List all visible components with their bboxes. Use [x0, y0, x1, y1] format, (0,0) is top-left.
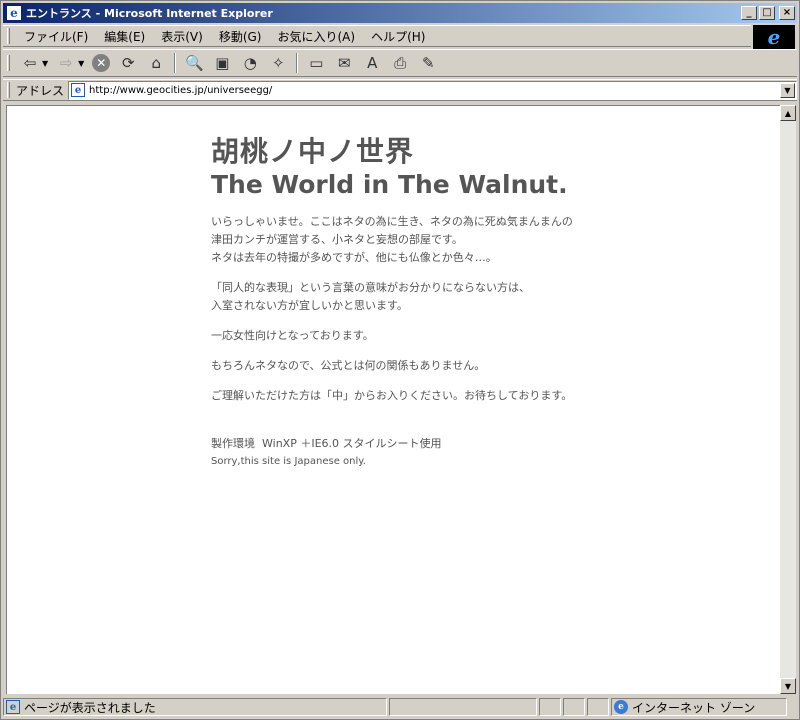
menu-favorites[interactable]: お気に入り(A) — [269, 28, 363, 45]
paragraph-line: 津田カンチが運営する、小ネタと妄想の部屋です。 — [211, 233, 463, 246]
font-icon: A — [367, 54, 378, 72]
back-arrow-icon: ⇦ — [23, 54, 37, 72]
mail-icon: ✉ — [338, 54, 351, 72]
globe-icon: e — [614, 700, 628, 714]
audience-paragraph: 一応女性向けとなっております。 — [211, 327, 771, 345]
refresh-button[interactable]: ⟳ — [114, 51, 142, 75]
address-url[interactable]: http://www.geocities.jp/universeegg/ — [89, 85, 272, 96]
fullscreen-button[interactable]: ▭ — [302, 51, 330, 75]
ie-page-icon: e — [6, 5, 22, 21]
ie-logo-icon: e — [753, 25, 795, 49]
menu-go[interactable]: 移動(G) — [211, 28, 270, 45]
toolbar-grip[interactable] — [7, 55, 10, 71]
chevron-down-icon[interactable]: ▼ — [78, 59, 84, 68]
back-button[interactable]: ⇦ ▼ — [16, 51, 52, 75]
favorites-icon: ▣ — [215, 54, 230, 72]
font-size-button[interactable]: A — [358, 51, 386, 75]
channels-icon: ✧ — [272, 54, 285, 72]
status-pane-empty — [539, 698, 561, 716]
stop-button[interactable]: ✕ — [88, 51, 114, 75]
status-message-pane: e ページが表示されました — [3, 698, 387, 716]
paragraph-line: 「同人的な表現」という言葉の意味がお分かりにならない方は、 — [211, 281, 530, 294]
home-icon: ⌂ — [151, 54, 162, 72]
window-controls: _ □ × — [741, 6, 795, 20]
address-dropdown-button[interactable]: ▼ — [780, 82, 795, 98]
menu-edit[interactable]: 編集(E) — [96, 28, 153, 45]
maximize-button[interactable]: □ — [759, 6, 775, 20]
minimize-button[interactable]: _ — [741, 6, 757, 20]
menu-help[interactable]: ヘルプ(H) — [363, 28, 433, 45]
address-label: アドレス — [16, 83, 65, 98]
environment-label: 製作環境 — [211, 437, 255, 450]
stop-icon: ✕ — [92, 54, 111, 72]
edit-icon: ✎ — [422, 54, 435, 72]
paragraph-line: ネタは去年の特撮が多めですが、他にも仏像とか色々…。 — [211, 251, 497, 264]
paragraph-line: もちろんネタなので、公式とは何の関係もありません。 — [211, 359, 486, 372]
paragraph-line: 入室されない方が宜しいかと思います。 — [211, 299, 408, 312]
warning-paragraph: 「同人的な表現」という言葉の意味がお分かりにならない方は、 入室されない方が宜し… — [211, 279, 771, 315]
page-icon: e — [71, 83, 86, 97]
enter-paragraph: ご理解いただけた方は「中」からお入りください。お待ちしております。 — [211, 387, 771, 405]
address-grip[interactable] — [7, 82, 10, 98]
history-icon: ◔ — [243, 54, 257, 72]
environment-line: 製作環境 WinXP ＋IE6.0 スタイルシート使用 — [211, 435, 771, 453]
print-icon: ⎙ — [394, 54, 407, 72]
toolbar-separator — [174, 53, 177, 73]
forward-arrow-icon: ⇨ — [59, 54, 73, 72]
security-zone-pane[interactable]: e インターネット ゾーン — [611, 698, 787, 716]
zone-label: インターネット ゾーン — [632, 700, 756, 715]
mail-button[interactable]: ✉ — [330, 51, 358, 75]
close-button[interactable]: × — [779, 6, 795, 20]
chevron-down-icon[interactable]: ▼ — [42, 59, 48, 68]
address-input[interactable]: e http://www.geocities.jp/universeegg/ ▼ — [68, 80, 797, 100]
status-pane-empty — [587, 698, 609, 716]
status-bar: e ページが表示されました e インターネット ゾーン — [3, 697, 797, 717]
disclaimer-paragraph: もちろんネタなので、公式とは何の関係もありません。 — [211, 357, 771, 375]
channels-button[interactable]: ✧ — [264, 51, 292, 75]
menu-file[interactable]: ファイル(F) — [16, 28, 96, 45]
intro-paragraph: いらっしゃいませ。ここはネタの為に生き、ネタの為に死ぬ気まんまんの 津田カンチが… — [211, 213, 771, 267]
english-note: Sorry,this site is Japanese only. — [211, 456, 366, 467]
print-button[interactable]: ⎙ — [386, 51, 414, 75]
refresh-icon: ⟳ — [122, 54, 135, 72]
menu-view[interactable]: 表示(V) — [153, 28, 211, 45]
document-icon: e — [6, 700, 20, 714]
toolbar-separator — [296, 53, 299, 73]
paragraph-line: いらっしゃいませ。ここはネタの為に生き、ネタの為に死ぬ気まんまんの — [211, 215, 573, 228]
status-pane-empty — [389, 698, 537, 716]
edit-button[interactable]: ✎ — [414, 51, 442, 75]
forward-button[interactable]: ⇨ ▼ — [52, 51, 88, 75]
standard-toolbar: ⇦ ▼ ⇨ ▼ ✕ ⟳ ⌂ 🔍 ▣ ◔ ✧ ▭ ✉ A ⎙ ✎ — [3, 49, 797, 77]
status-message: ページが表示されました — [24, 700, 156, 715]
window-title: エントランス - Microsoft Internet Explorer — [26, 7, 273, 20]
vertical-scrollbar[interactable]: ▲ ▼ — [780, 105, 796, 694]
page-body: 胡桃ノ中ノ世界 The World in The Walnut. いらっしゃいま… — [211, 135, 771, 471]
menu-bar: ファイル(F) 編集(E) 表示(V) 移動(G) お気に入り(A) ヘルプ(H… — [3, 25, 751, 47]
favorites-button[interactable]: ▣ — [208, 51, 236, 75]
scroll-up-button[interactable]: ▲ — [780, 105, 796, 121]
address-bar: アドレス e http://www.geocities.jp/universee… — [3, 79, 797, 101]
environment-value: WinXP ＋IE6.0 スタイルシート使用 — [262, 437, 442, 450]
home-button[interactable]: ⌂ — [142, 51, 170, 75]
paragraph-line: ご理解いただけた方は「中」からお入りください。お待ちしております。 — [211, 389, 573, 402]
title-bar[interactable]: e エントランス - Microsoft Internet Explorer _… — [3, 3, 797, 23]
menu-grip[interactable] — [7, 28, 10, 44]
status-pane-empty — [563, 698, 585, 716]
search-icon: 🔍 — [184, 54, 204, 72]
search-button[interactable]: 🔍 — [180, 51, 208, 75]
browser-window: e エントランス - Microsoft Internet Explorer _… — [0, 0, 800, 720]
history-button[interactable]: ◔ — [236, 51, 264, 75]
paragraph-line: 一応女性向けとなっております。 — [211, 329, 374, 342]
scroll-down-button[interactable]: ▼ — [780, 678, 796, 694]
fullscreen-icon: ▭ — [309, 54, 324, 72]
page-title-en: The World in The Walnut. — [211, 170, 568, 199]
page-footer: 製作環境 WinXP ＋IE6.0 スタイルシート使用 Sorry,this s… — [211, 435, 771, 471]
page-title-jp: 胡桃ノ中ノ世界 — [211, 135, 415, 168]
